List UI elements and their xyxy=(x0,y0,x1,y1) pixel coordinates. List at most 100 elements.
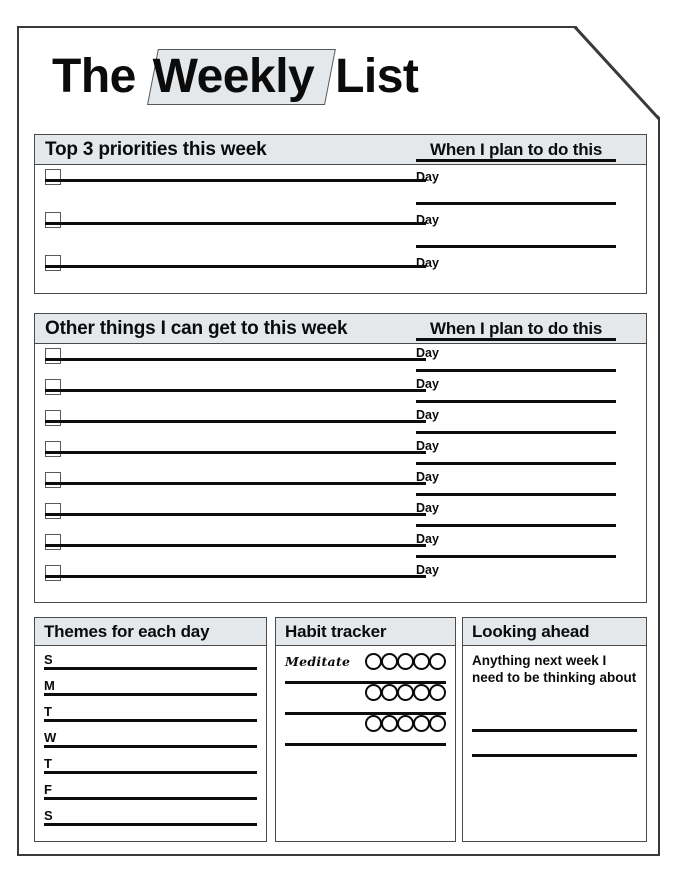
task-write-line[interactable] xyxy=(45,482,426,485)
theme-row[interactable]: M xyxy=(44,679,257,696)
habit-name[interactable]: Meditate xyxy=(285,654,350,669)
task-checkbox[interactable] xyxy=(45,441,61,457)
theme-write-line[interactable] xyxy=(44,771,257,774)
theme-row[interactable]: T xyxy=(44,705,257,722)
task-checkbox[interactable] xyxy=(45,169,61,185)
day-write-line[interactable] xyxy=(416,400,616,403)
habit-rows: Meditate xyxy=(276,646,455,746)
task-checkbox[interactable] xyxy=(45,534,61,550)
day-write-line[interactable] xyxy=(416,202,616,205)
habit-circle[interactable] xyxy=(381,653,398,670)
title-prefix: The xyxy=(52,50,149,103)
day-write-line[interactable] xyxy=(416,369,616,372)
looking-ahead-write-line[interactable] xyxy=(472,753,637,757)
task-checkbox[interactable] xyxy=(45,503,61,519)
day-label: Day xyxy=(416,532,439,546)
task-checkbox[interactable] xyxy=(45,379,61,395)
habit-circle[interactable] xyxy=(381,715,398,732)
day-write-line[interactable] xyxy=(416,555,616,558)
habit-circle[interactable] xyxy=(413,653,430,670)
task-checkbox[interactable] xyxy=(45,410,61,426)
theme-row[interactable]: T xyxy=(44,757,257,774)
habit-circle[interactable] xyxy=(365,715,382,732)
task-checkbox[interactable] xyxy=(45,212,61,228)
task-entry-cell[interactable] xyxy=(35,165,426,185)
section-other-things: Other things I can get to this week When… xyxy=(34,313,647,603)
habit-circle[interactable] xyxy=(381,684,398,701)
habit-circle[interactable] xyxy=(429,715,446,732)
task-entry-cell[interactable] xyxy=(35,499,426,519)
day-label: Day xyxy=(416,408,439,422)
habit-circle[interactable] xyxy=(397,653,414,670)
theme-write-line[interactable] xyxy=(44,745,257,748)
task-write-line[interactable] xyxy=(45,222,426,225)
day-write-line[interactable] xyxy=(416,245,616,248)
theme-write-line[interactable] xyxy=(44,667,257,670)
day-write-line[interactable] xyxy=(416,338,616,341)
task-checkbox[interactable] xyxy=(45,565,61,581)
day-write-line[interactable] xyxy=(416,524,616,527)
habit-circle[interactable] xyxy=(413,684,430,701)
task-checkbox[interactable] xyxy=(45,348,61,364)
title-highlight-box: Weekly xyxy=(146,49,336,105)
priorities-heading: Top 3 priorities this week xyxy=(45,138,267,160)
habit-circle[interactable] xyxy=(413,715,430,732)
theme-row[interactable]: S xyxy=(44,653,257,670)
theme-write-line[interactable] xyxy=(44,719,257,722)
habit-circle[interactable] xyxy=(397,715,414,732)
looking-ahead-write-line[interactable] xyxy=(472,728,637,732)
task-checkbox[interactable] xyxy=(45,255,61,271)
habit-circle[interactable] xyxy=(365,684,382,701)
task-write-line[interactable] xyxy=(45,179,426,182)
planner-page: The Weekly List Top 3 priorities this we… xyxy=(17,26,660,856)
theme-write-line[interactable] xyxy=(44,693,257,696)
task-checkbox[interactable] xyxy=(45,472,61,488)
habit-row[interactable] xyxy=(285,684,446,715)
day-write-line[interactable] xyxy=(416,159,616,162)
habit-circle[interactable] xyxy=(429,653,446,670)
looking-ahead-lines xyxy=(472,728,637,757)
theme-day-letter: W xyxy=(44,730,57,745)
task-entry-cell[interactable] xyxy=(35,406,426,426)
page-title: The Weekly List xyxy=(52,46,419,108)
day-label: Day xyxy=(416,170,439,184)
task-write-line[interactable] xyxy=(45,358,426,361)
habit-circle[interactable] xyxy=(397,684,414,701)
task-entry-cell[interactable] xyxy=(35,251,426,271)
habit-row[interactable]: Meditate xyxy=(285,653,446,684)
theme-day-letter: T xyxy=(44,704,52,719)
task-write-line[interactable] xyxy=(45,513,426,516)
habit-circle[interactable] xyxy=(365,653,382,670)
task-entry-cell[interactable] xyxy=(35,344,426,364)
task-write-line[interactable] xyxy=(45,451,426,454)
theme-day-letter: M xyxy=(44,678,55,693)
priorities-when-heading: When I plan to do this xyxy=(430,139,603,159)
task-write-line[interactable] xyxy=(45,420,426,423)
habit-circle[interactable] xyxy=(429,684,446,701)
theme-row[interactable]: W xyxy=(44,731,257,748)
task-entry-cell[interactable] xyxy=(35,437,426,457)
task-entry-cell[interactable] xyxy=(35,530,426,550)
task-entry-cell[interactable] xyxy=(35,375,426,395)
task-entry-cell[interactable] xyxy=(35,561,426,581)
day-label: Day xyxy=(416,563,439,577)
title-suffix: List xyxy=(322,50,419,103)
task-write-line[interactable] xyxy=(45,389,426,392)
habit-row[interactable] xyxy=(285,715,446,746)
theme-row[interactable]: S xyxy=(44,809,257,826)
task-write-line[interactable] xyxy=(45,575,426,578)
day-label: Day xyxy=(416,501,439,515)
task-entry-cell[interactable] xyxy=(35,468,426,488)
day-label: Day xyxy=(416,256,439,270)
theme-write-line[interactable] xyxy=(44,823,257,826)
day-write-line[interactable] xyxy=(416,462,616,465)
day-write-line[interactable] xyxy=(416,493,616,496)
task-write-line[interactable] xyxy=(45,265,426,268)
task-entry-cell[interactable] xyxy=(35,208,426,228)
day-label: Day xyxy=(416,439,439,453)
theme-write-line[interactable] xyxy=(44,797,257,800)
theme-row[interactable]: F xyxy=(44,783,257,800)
task-write-line[interactable] xyxy=(45,544,426,547)
habit-write-line[interactable] xyxy=(285,743,446,746)
day-write-line[interactable] xyxy=(416,431,616,434)
